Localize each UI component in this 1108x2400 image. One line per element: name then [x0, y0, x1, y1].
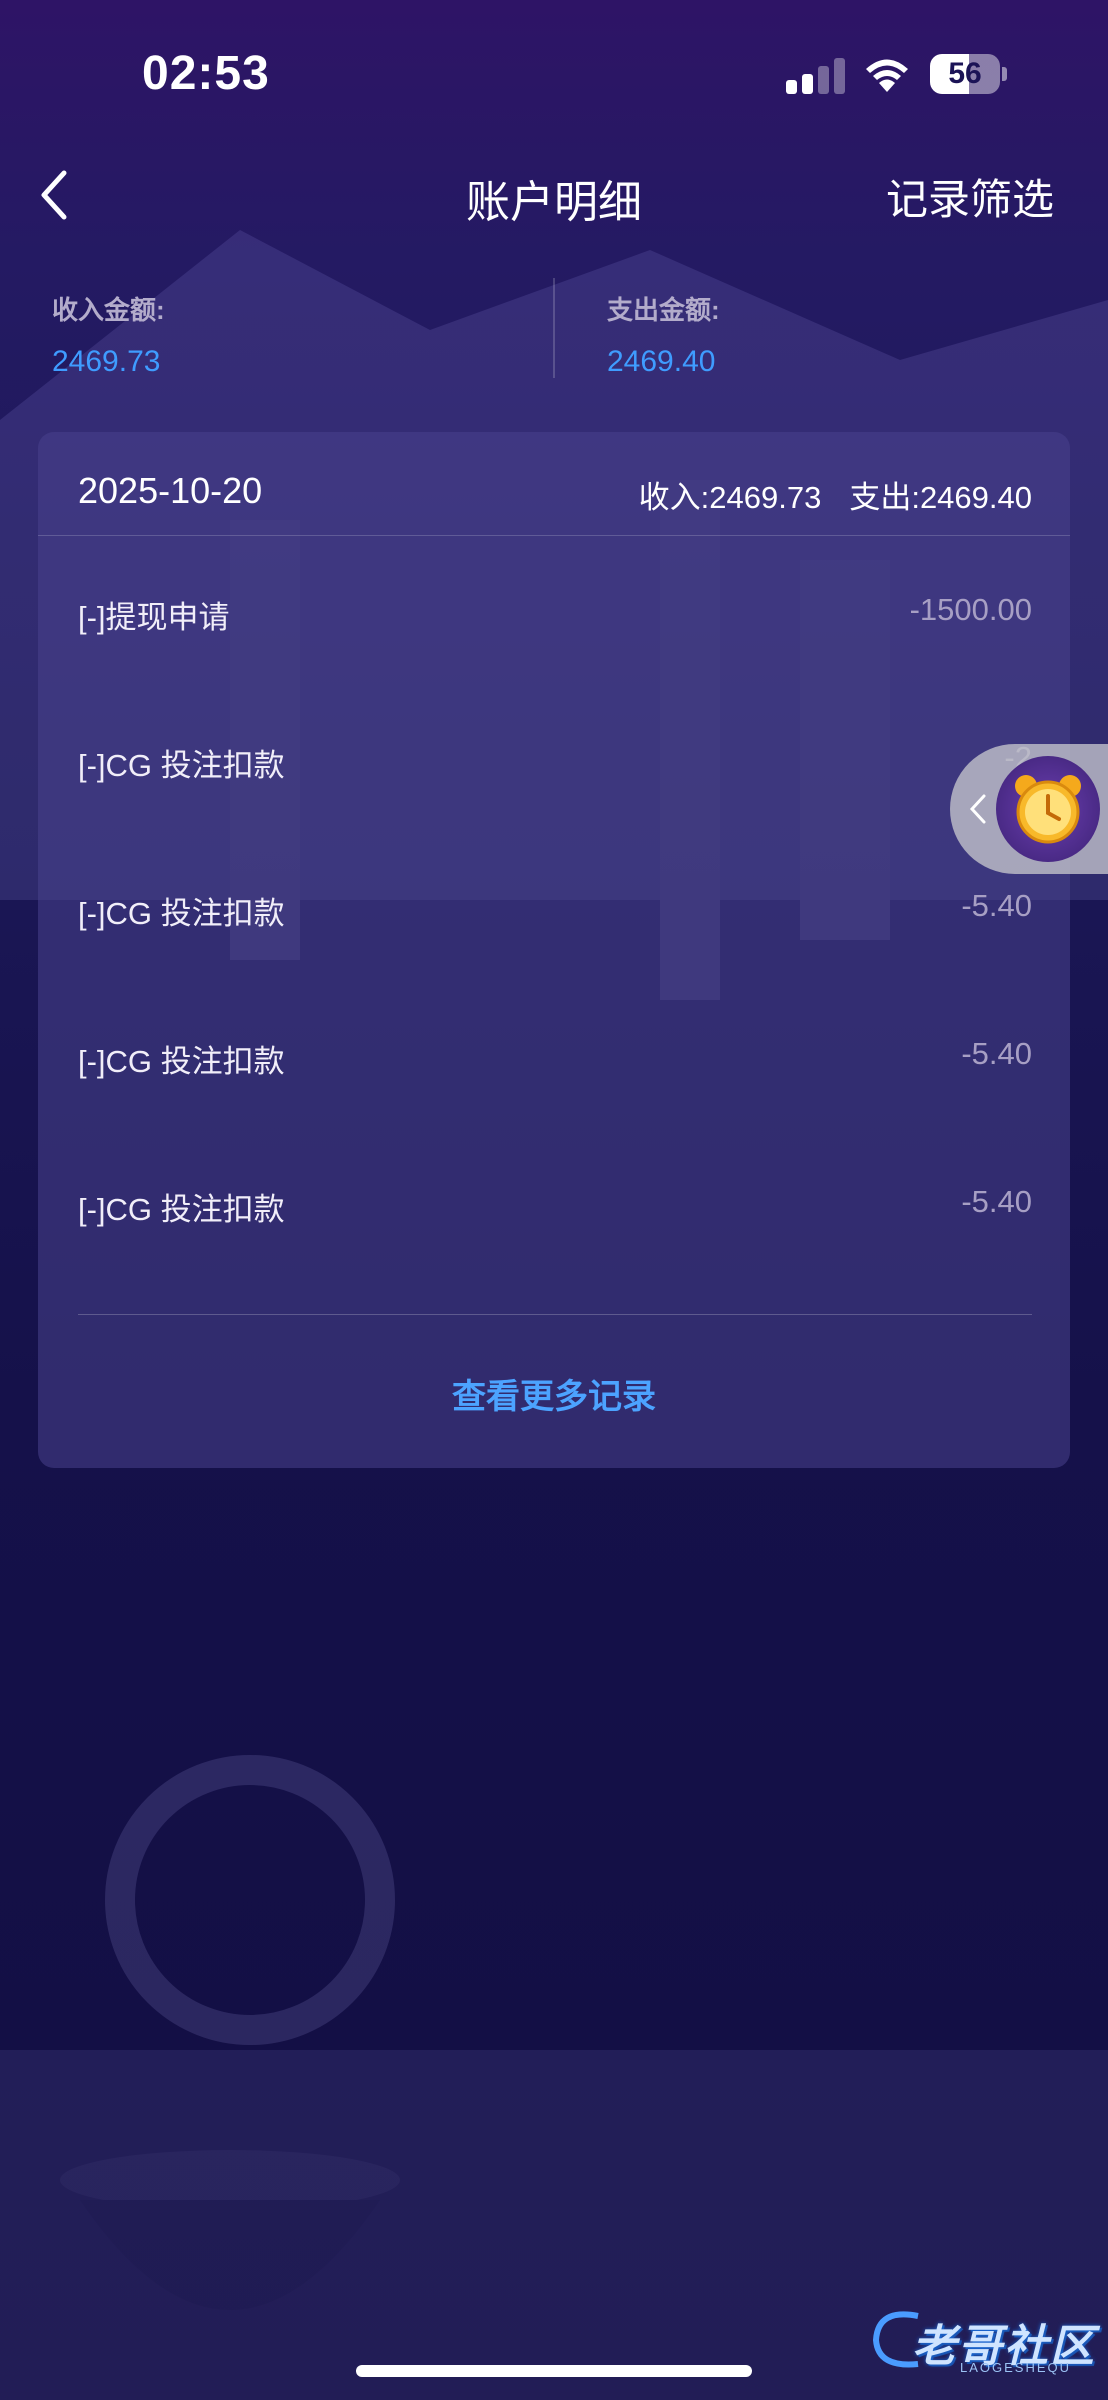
record-label: [-]CG 投注扣款 — [78, 1192, 285, 1227]
record-amount: -5.40 — [961, 888, 1032, 923]
status-time: 02:53 — [142, 47, 270, 100]
day-expense-total: 支出:2469.40 — [849, 480, 1032, 515]
card-divider — [78, 1314, 1032, 1315]
records-card: 2025-10-20 收入:2469.73 支出:2469.40 [-]提现申请 … — [38, 432, 1070, 1468]
wifi-icon — [866, 59, 908, 92]
day-totals: 收入:2469.73 支出:2469.40 — [611, 472, 1032, 517]
expense-label: 支出金额: — [607, 295, 720, 325]
expense-value: 2469.40 — [607, 345, 716, 378]
record-amount: -1500.00 — [909, 592, 1032, 627]
list-item[interactable]: [-]CG 投注扣款 -5.40 — [38, 888, 1070, 1036]
record-amount: -5.40 — [961, 1184, 1032, 1219]
list-item[interactable]: [-]CG 投注扣款 -5.40 — [38, 1036, 1070, 1184]
cellular-signal-icon — [786, 58, 846, 94]
record-label: [-]CG 投注扣款 — [78, 748, 285, 783]
record-label: [-]提现申请 — [78, 600, 230, 635]
list-item[interactable]: [-]CG 投注扣款 -2 — [38, 740, 1070, 888]
watermark-subtext: LAOGESHEQU — [960, 2360, 1072, 2375]
summary-divider — [553, 278, 555, 378]
record-label: [-]CG 投注扣款 — [78, 896, 285, 931]
record-label: [-]CG 投注扣款 — [78, 1044, 285, 1079]
income-label: 收入金额: — [52, 295, 165, 325]
alarm-clock-icon[interactable] — [996, 756, 1100, 862]
home-indicator — [356, 2365, 752, 2377]
status-bar: 02:53 56 — [0, 0, 1108, 150]
list-item[interactable]: [-]CG 投注扣款 -5.40 — [38, 1184, 1070, 1332]
view-more-records-link[interactable]: 查看更多记录 — [38, 1369, 1070, 1418]
income-value: 2469.73 — [52, 345, 161, 378]
day-income-total: 收入:2469.73 — [638, 480, 822, 515]
card-header: 2025-10-20 收入:2469.73 支出:2469.40 — [38, 432, 1070, 536]
watermark-logo: 老哥社区 LAOGESHEQU — [868, 2300, 1098, 2380]
record-amount: -5.40 — [961, 1036, 1032, 1071]
record-filter-button[interactable]: 记录筛选 — [886, 166, 1054, 227]
battery-icon: 56 — [930, 54, 1007, 94]
battery-level: 56 — [930, 54, 1000, 94]
chevron-left-icon[interactable] — [964, 784, 994, 834]
record-date: 2025-10-20 — [78, 470, 263, 511]
list-item[interactable]: [-]提现申请 -1500.00 — [38, 592, 1070, 740]
floating-widget[interactable] — [950, 744, 1108, 874]
